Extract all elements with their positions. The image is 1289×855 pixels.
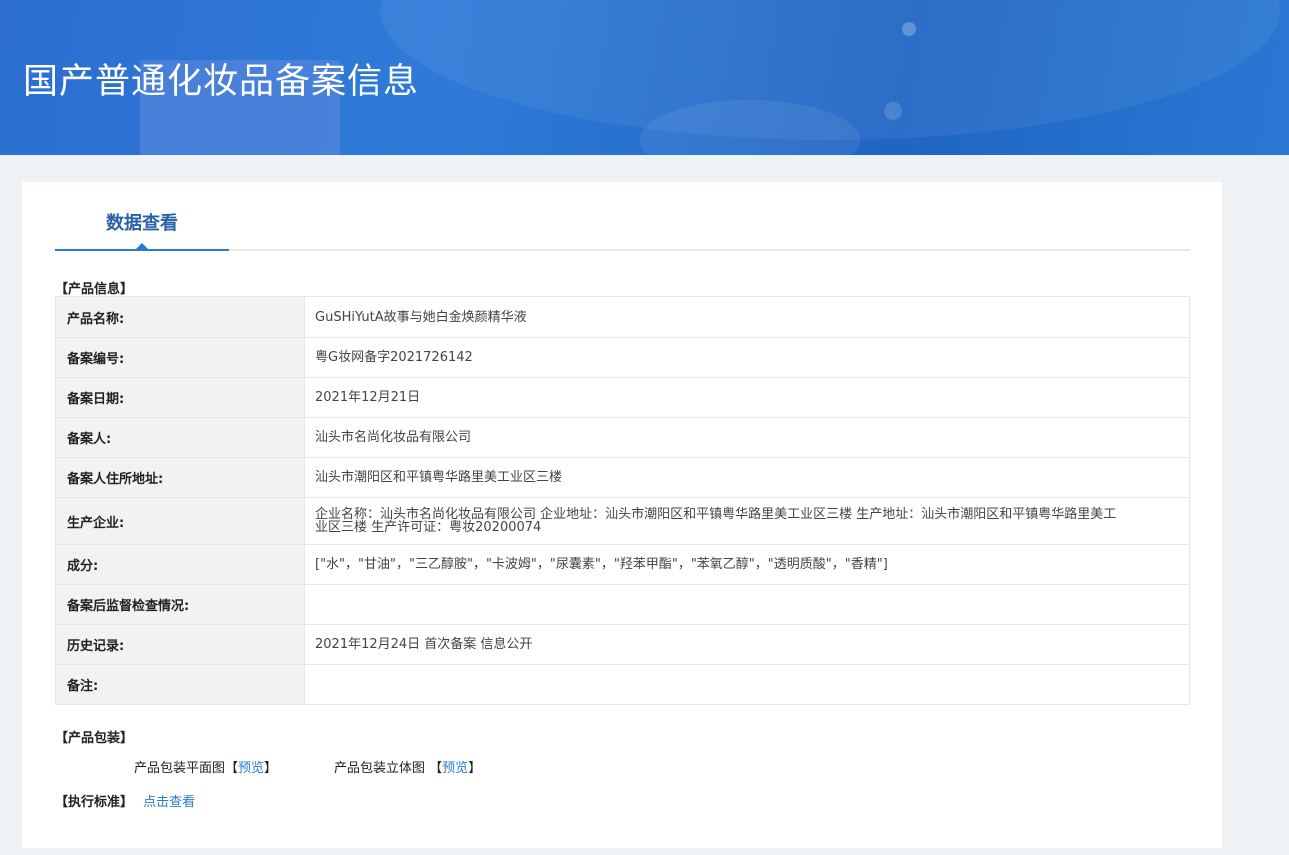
bracket-close: 】	[264, 761, 278, 776]
row-label: 备案日期:	[55, 377, 305, 418]
product-info-heading: 【产品信息】	[55, 282, 134, 297]
header-banner: 国产普通化妆品备案信息	[0, 0, 1289, 155]
table-row: 备注:	[55, 664, 1190, 705]
packaging-solid-label: 产品包装立体图	[334, 761, 426, 776]
page-title: 国产普通化妆品备案信息	[23, 62, 420, 102]
packaging-flat-label: 产品包装平面图	[134, 761, 226, 776]
row-value: GuSHiYutA故事与她白金焕颜精华液	[304, 296, 1190, 338]
row-value: 汕头市名尚化妆品有限公司	[304, 417, 1190, 458]
row-value: 粤G妆网备字2021726142	[304, 337, 1190, 378]
table-row: 备案人住所地址: 汕头市潮阳区和平镇粤华路里美工业区三楼	[55, 457, 1190, 498]
product-info-table: 产品名称: GuSHiYutA故事与她白金焕颜精华液 备案编号: 粤G妆网备字2…	[55, 296, 1190, 705]
row-label: 备案人:	[55, 417, 305, 458]
row-label: 备注:	[55, 664, 305, 705]
banner-decoration	[884, 102, 902, 120]
standard-row: 【执行标准】 点击查看	[55, 791, 195, 810]
packaging-solid-preview-link[interactable]: 预览	[442, 761, 468, 776]
table-row: 备案人: 汕头市名尚化妆品有限公司	[55, 417, 1190, 458]
standard-view-link[interactable]: 点击查看	[143, 795, 195, 810]
packaging-flat: 产品包装平面图【预览】	[134, 757, 277, 776]
content-panel: 数据查看 【产品信息】 产品名称: GuSHiYutA故事与她白金焕颜精华液 备…	[22, 182, 1222, 848]
row-label: 备案编号:	[55, 337, 305, 378]
bracket-close: 】	[468, 761, 482, 776]
row-value: 2021年12月21日	[304, 377, 1190, 418]
table-row: 成分: ["水"，"甘油"，"三乙醇胺"，"卡波姆"，"尿囊素"，"羟苯甲酯"，…	[55, 544, 1190, 585]
table-row: 产品名称: GuSHiYutA故事与她白金焕颜精华液	[55, 296, 1190, 338]
row-label: 产品名称:	[55, 296, 305, 338]
row-label: 备案后监督检查情况:	[55, 584, 305, 625]
packaging-solid: 产品包装立体图 【预览】	[334, 757, 481, 776]
table-row: 备案日期: 2021年12月21日	[55, 377, 1190, 418]
row-label: 生产企业:	[55, 497, 305, 545]
tab-bar: 数据查看	[55, 182, 1190, 251]
table-row: 备案后监督检查情况:	[55, 584, 1190, 625]
standard-heading: 【执行标准】	[55, 795, 134, 810]
packaging-heading: 【产品包装】	[55, 731, 134, 746]
table-row: 备案编号: 粤G妆网备字2021726142	[55, 337, 1190, 378]
tab-data-view[interactable]: 数据查看	[55, 182, 229, 251]
row-value	[304, 584, 1190, 625]
bracket-open: 【	[429, 761, 443, 776]
row-value: ["水"，"甘油"，"三乙醇胺"，"卡波姆"，"尿囊素"，"羟苯甲酯"，"苯氧乙…	[304, 544, 1190, 585]
row-value: 汕头市潮阳区和平镇粤华路里美工业区三楼	[304, 457, 1190, 498]
row-label: 历史记录:	[55, 624, 305, 665]
tab-active-caret-icon	[135, 243, 149, 250]
banner-decoration	[902, 22, 916, 36]
row-value	[304, 664, 1190, 705]
tab-label: 数据查看	[106, 213, 178, 234]
row-label: 备案人住所地址:	[55, 457, 305, 498]
bracket-open: 【	[225, 761, 239, 776]
table-row: 生产企业: 企业名称：汕头市名尚化妆品有限公司 企业地址：汕头市潮阳区和平镇粤华…	[55, 497, 1190, 545]
row-value: 企业名称：汕头市名尚化妆品有限公司 企业地址：汕头市潮阳区和平镇粤华路里美工业区…	[304, 497, 1190, 545]
packaging-flat-preview-link[interactable]: 预览	[238, 761, 264, 776]
row-label: 成分:	[55, 544, 305, 585]
table-row: 历史记录: 2021年12月24日 首次备案 信息公开	[55, 624, 1190, 665]
row-value: 2021年12月24日 首次备案 信息公开	[304, 624, 1190, 665]
